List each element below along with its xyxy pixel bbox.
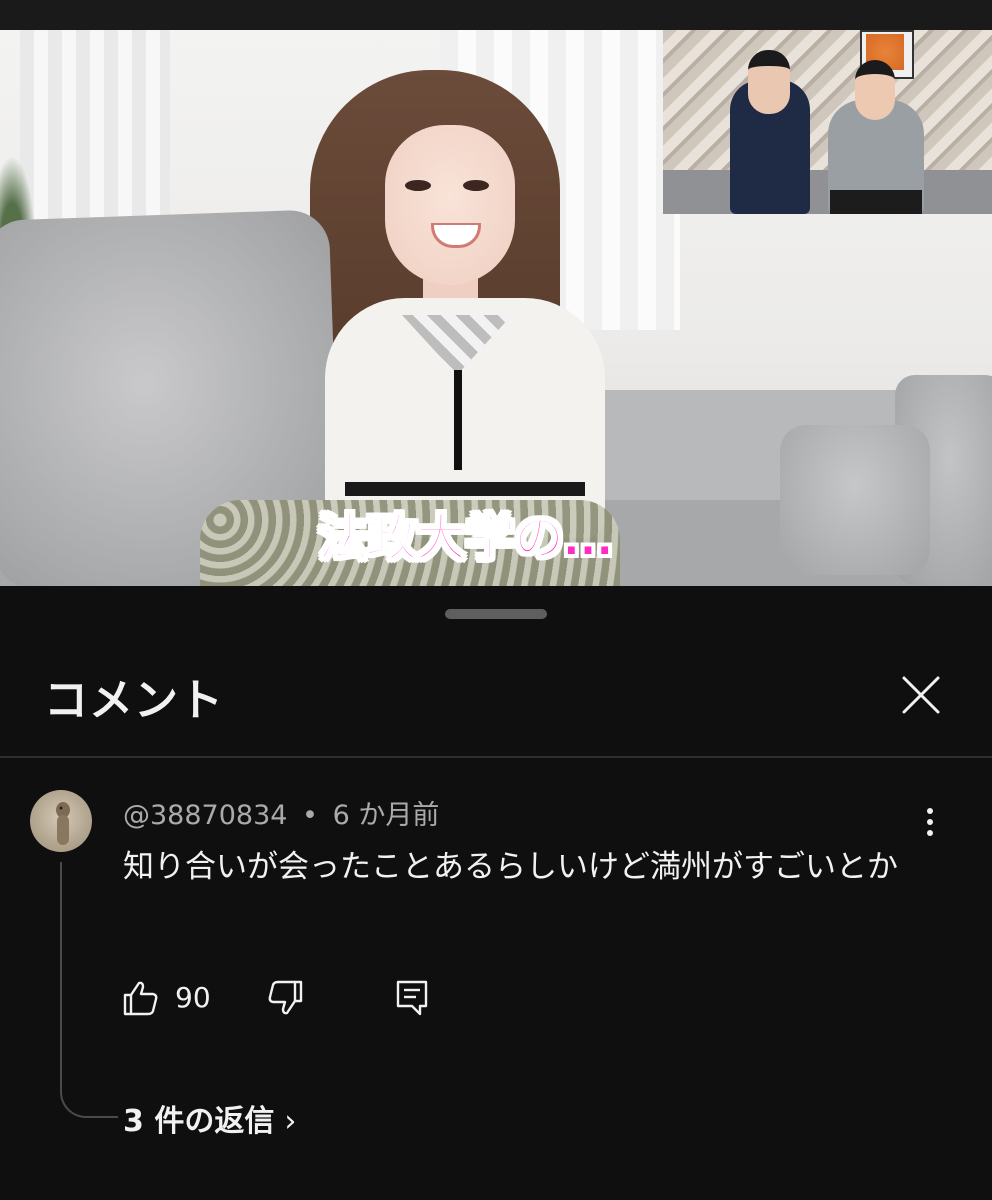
- comment-meta: @38870834 • 6 か月前: [123, 793, 439, 832]
- avatar[interactable]: [30, 790, 92, 852]
- view-replies-button[interactable]: 3 件の返信 ›: [123, 1096, 296, 1140]
- chevron-right-icon: ›: [284, 1104, 297, 1139]
- meta-separator: •: [302, 800, 318, 831]
- pillow: [780, 425, 930, 575]
- thumb-down-icon: [268, 980, 303, 1015]
- close-icon: [902, 676, 940, 714]
- belt: [345, 482, 585, 496]
- comment-author[interactable]: @38870834: [123, 800, 287, 831]
- eye: [405, 180, 431, 191]
- reply-icon: [396, 980, 428, 1016]
- like-count: 90: [175, 981, 211, 1014]
- sheet-title: コメント: [44, 675, 224, 726]
- video-player[interactable]: 法政大学の…: [0, 30, 992, 586]
- dislike-button[interactable]: [266, 978, 306, 1018]
- comments-sheet: コメント @38870834 • 6 か月前 知り合いが会ったことあるらしいけど…: [0, 586, 992, 1200]
- comment-text: 知り合いが会ったことあるらしいけど満州がすごいとか: [123, 849, 898, 885]
- more-vertical-icon: [927, 808, 933, 836]
- reply-button[interactable]: [392, 978, 432, 1018]
- divider: [0, 756, 992, 758]
- close-button[interactable]: [896, 670, 946, 720]
- video-caption: 法政大学の…: [317, 508, 614, 568]
- pip-person-2-head: [855, 60, 895, 120]
- thumb-up-icon: [123, 981, 158, 1016]
- pip-person-1-head: [748, 50, 790, 114]
- more-options-button[interactable]: [912, 804, 948, 840]
- meerkat-icon: [56, 802, 70, 845]
- ribbon: [454, 370, 462, 470]
- drag-handle[interactable]: [445, 609, 547, 619]
- replies-label: 3 件の返信: [123, 1104, 275, 1139]
- comment-time: 6 か月前: [332, 800, 440, 831]
- status-bar: [0, 0, 992, 30]
- person-face: [385, 125, 515, 285]
- eye: [463, 180, 489, 191]
- like-button[interactable]: 90: [120, 978, 220, 1018]
- thread-line: [60, 862, 118, 1118]
- pip-person-2-legs: [830, 190, 922, 214]
